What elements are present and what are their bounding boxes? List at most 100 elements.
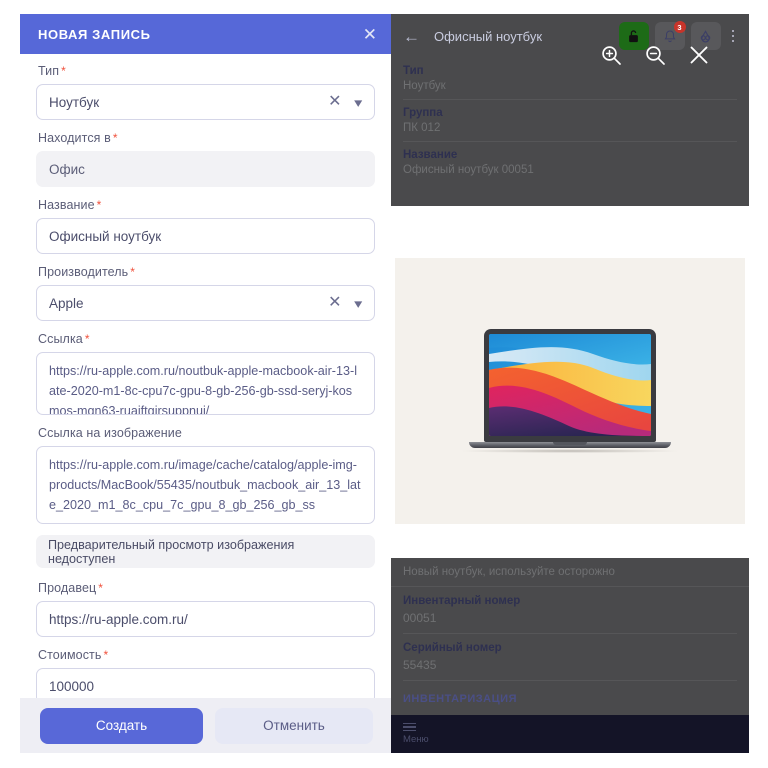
seller-input-value: https://ru-apple.com.ru/ — [49, 611, 188, 627]
zoom-controls-overlay — [600, 44, 710, 66]
macbook-air-product-image — [462, 329, 678, 453]
back-arrow-icon[interactable]: ← — [403, 28, 420, 45]
phone-bottom-navbar: Меню — [391, 715, 749, 753]
clear-x-icon[interactable]: ✕ — [328, 295, 341, 311]
field-label: Ссылка на изображение — [38, 426, 375, 440]
required-marker: * — [98, 581, 104, 595]
detail-key: Тип — [403, 65, 424, 77]
field-seller: Продавец * https://ru-apple.com.ru/ — [36, 581, 375, 637]
record-note: Новый ноутбук, используйте осторожно — [391, 558, 749, 587]
cloud-glyph — [700, 29, 711, 42]
location-value: Офис — [49, 161, 85, 177]
field-label: Ссылка * — [38, 332, 375, 346]
field-link: Ссылка * https://ru-apple.com.ru/noutbuk-… — [36, 332, 375, 415]
label-text: Ссылка на изображение — [38, 426, 182, 440]
laptop-shadow — [462, 449, 678, 453]
modal-title: НОВАЯ ЗАПИСЬ — [38, 26, 151, 42]
phone-details-top-card: ← Офисный ноутбук 3 Тип Ноутбук Группа П… — [391, 14, 749, 206]
create-button[interactable]: Создать — [40, 707, 203, 744]
laptop-screen — [484, 329, 656, 442]
detail-key: Инвентарный номер — [403, 595, 521, 607]
laptop-base — [469, 442, 671, 448]
seller-input[interactable]: https://ru-apple.com.ru/ — [36, 601, 375, 637]
required-marker: * — [103, 648, 109, 662]
manufacturer-select[interactable]: Apple ✕ ▾ — [36, 285, 375, 321]
phone-title: Офисный ноутбук — [434, 28, 543, 44]
field-label: Тип * — [38, 64, 375, 78]
image-link-textarea-value: https://ru-apple.com.ru/image/cache/cata… — [49, 458, 361, 512]
field-label: Продавец * — [38, 581, 375, 595]
manufacturer-select-value: Apple — [49, 295, 84, 311]
modal-footer: Создать Отменить — [20, 698, 391, 753]
field-name: Название * Офисный ноутбук — [36, 198, 375, 254]
type-select-value: Ноутбук — [49, 94, 100, 110]
link-textarea[interactable]: https://ru-apple.com.ru/noutbuk-apple-ma… — [36, 352, 375, 415]
chevron-down-icon[interactable]: ▾ — [355, 96, 363, 109]
detail-value: Офисный ноутбук 00051 — [403, 164, 534, 176]
required-marker: * — [96, 198, 102, 212]
kebab-menu-icon[interactable] — [727, 29, 740, 43]
field-manufacturer: Производитель * Apple ✕ ▾ — [36, 265, 375, 321]
label-text: Ссылка — [38, 332, 83, 346]
select-icons: ✕ ▾ — [328, 295, 363, 311]
detail-row: Инвентарный номер 00051 — [403, 587, 737, 634]
name-input-value: Офисный ноутбук — [49, 228, 162, 244]
product-image-card — [395, 258, 745, 524]
laptop-notch — [553, 442, 587, 445]
detail-key: Группа — [403, 107, 443, 119]
bell-badge: 3 — [673, 21, 686, 33]
zoom-in-icon[interactable] — [600, 44, 622, 66]
label-text: Находится в — [38, 131, 111, 145]
new-record-modal: НОВАЯ ЗАПИСЬ ✕ Тип * Ноутбук ✕ ▾ Находит… — [20, 14, 391, 753]
modal-body: Тип * Ноутбук ✕ ▾ Находится в * Офис Наз… — [20, 54, 391, 753]
label-text: Производитель — [38, 265, 129, 279]
name-input[interactable]: Офисный ноутбук — [36, 218, 375, 254]
label-text: Продавец — [38, 581, 97, 595]
section-title-inventory: ИНВЕНТАРИЗАЦИЯ — [403, 693, 517, 705]
field-image-link: Ссылка на изображение https://ru-apple.c… — [36, 426, 375, 524]
field-type: Тип * Ноутбук ✕ ▾ — [36, 64, 375, 120]
label-text: Тип — [38, 64, 60, 78]
close-icon[interactable]: ✕ — [363, 26, 377, 43]
detail-value: ПК 012 — [403, 122, 441, 134]
screen-root: НОВАЯ ЗАПИСЬ ✕ Тип * Ноутбук ✕ ▾ Находит… — [0, 0, 768, 768]
label-text: Название — [38, 198, 95, 212]
type-select[interactable]: Ноутбук ✕ ▾ — [36, 84, 375, 120]
detail-value: Ноутбук — [403, 80, 446, 92]
laptop-wallpaper — [489, 334, 651, 436]
field-label: Находится в * — [38, 131, 375, 145]
detail-row: Группа ПК 012 — [403, 100, 737, 142]
detail-key: Серийный номер — [403, 642, 502, 654]
detail-value: 55435 — [403, 658, 437, 672]
image-link-textarea[interactable]: https://ru-apple.com.ru/image/cache/cata… — [36, 446, 375, 524]
phone-details-bottom-card: Новый ноутбук, используйте осторожно Инв… — [391, 558, 749, 753]
field-price: Стоимость * 100000 — [36, 648, 375, 704]
phone-detail-list-top: Тип Ноутбук Группа ПК 012 Название Офисн… — [391, 58, 749, 183]
required-marker: * — [84, 332, 90, 346]
detail-key: Название — [403, 149, 458, 161]
location-field: Офис — [36, 151, 375, 187]
select-icons: ✕ ▾ — [328, 94, 363, 110]
detail-row: Серийный номер 55435 — [403, 634, 737, 681]
zoom-out-icon[interactable] — [644, 44, 666, 66]
price-input-value: 100000 — [49, 678, 95, 694]
clear-x-icon[interactable]: ✕ — [328, 94, 341, 110]
preview-message: Предварительный просмотр изображения нед… — [48, 537, 295, 566]
image-preview-unavailable: Предварительный просмотр изображения нед… — [36, 535, 375, 568]
nav-menu-label: Меню — [403, 734, 429, 746]
required-marker: * — [61, 64, 66, 78]
detail-row: Название Офисный ноутбук 00051 — [403, 142, 737, 183]
label-text: Стоимость — [38, 648, 102, 662]
field-label: Название * — [38, 198, 375, 212]
close-icon[interactable] — [688, 44, 710, 66]
chevron-down-icon[interactable]: ▾ — [355, 297, 363, 310]
hamburger-icon[interactable] — [403, 722, 749, 732]
cancel-button[interactable]: Отменить — [215, 707, 373, 744]
lock-glyph — [629, 30, 638, 43]
phone-detail-list-bottom: Инвентарный номер 00051 Серийный номер 5… — [391, 587, 749, 681]
field-label: Производитель * — [38, 265, 375, 279]
required-marker: * — [112, 131, 118, 145]
field-label: Стоимость * — [38, 648, 375, 662]
detail-value: 00051 — [403, 611, 437, 625]
link-textarea-value: https://ru-apple.com.ru/noutbuk-apple-ma… — [49, 364, 357, 415]
